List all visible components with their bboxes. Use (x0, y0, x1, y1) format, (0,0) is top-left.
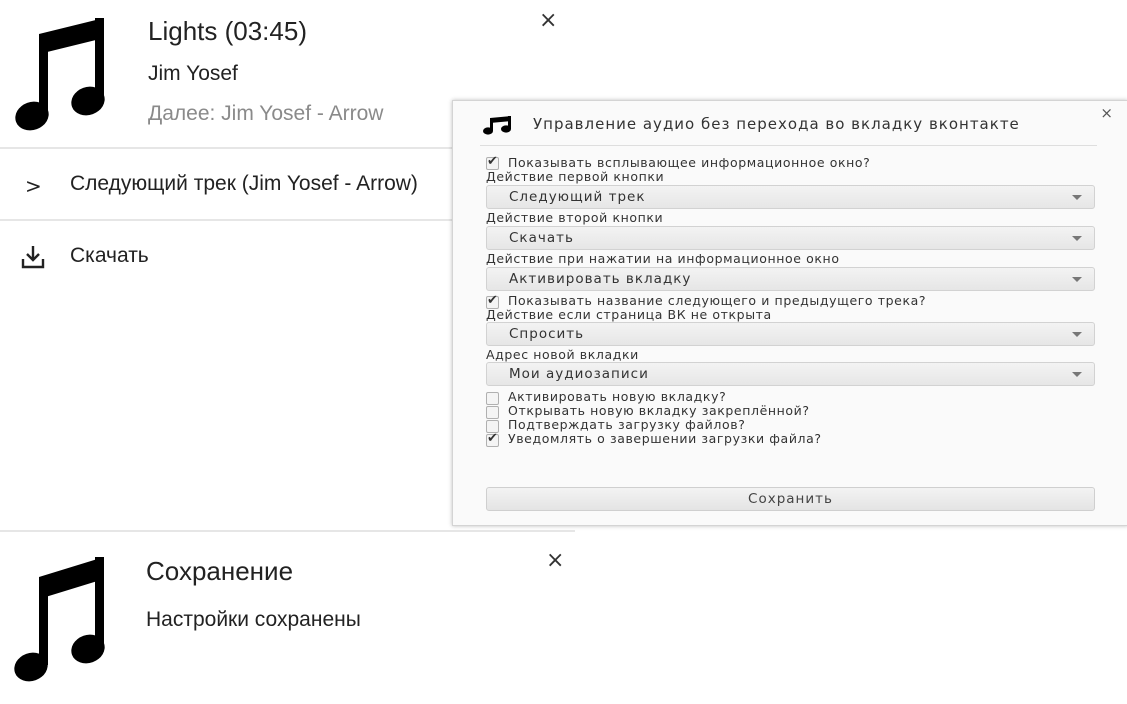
popup-click-select[interactable]: Активировать вкладку (486, 267, 1095, 291)
show-track-names-label: Показывать название следующего и предыду… (508, 293, 927, 308)
activate-new-tab-label: Активировать новую вкладку? (508, 389, 727, 404)
settings-title: Управление аудио без перехода во вкладку… (533, 115, 1020, 133)
divider (480, 145, 1097, 146)
saved-title: Сохранение (146, 556, 294, 586)
vk-not-open-value: Спросить (509, 326, 585, 342)
save-button[interactable]: Сохранить (486, 487, 1095, 511)
second-button-label: Действие второй кнопки (486, 210, 664, 225)
settings-panel: Управление аудио без перехода во вкладку… (452, 100, 1127, 526)
next-track-label: Следующий трек (Jim Yosef - Arrow) (70, 172, 418, 195)
dropdown-arrow-icon (1072, 195, 1082, 200)
close-icon[interactable]: × (1100, 104, 1113, 122)
show-popup-label: Показывать всплывающее информационное ок… (508, 155, 871, 170)
pin-new-tab-checkbox[interactable] (486, 406, 499, 419)
dropdown-arrow-icon (1072, 372, 1082, 377)
vk-not-open-select[interactable]: Спросить (486, 322, 1095, 346)
popup-click-value: Активировать вкладку (509, 271, 692, 287)
new-tab-address-value: Мои аудиозаписи (509, 366, 649, 382)
dropdown-arrow-icon (1072, 277, 1082, 282)
close-icon[interactable]: × (539, 8, 557, 33)
new-tab-address-select[interactable]: Мои аудиозаписи (486, 362, 1095, 386)
dropdown-arrow-icon (1072, 236, 1082, 241)
music-note-icon (14, 557, 105, 682)
saved-message: Настройки сохранены (146, 608, 361, 631)
new-tab-address-label: Адрес новой вкладки (486, 347, 639, 362)
pin-new-tab-label: Открывать новую вкладку закреплённой? (508, 403, 810, 418)
second-button-value: Скачать (509, 230, 574, 246)
chevron-right-icon: > (25, 174, 42, 198)
vk-not-open-label: Действие если страница ВК не открыта (486, 307, 772, 322)
track-artist: Jim Yosef (148, 62, 238, 85)
activate-new-tab-checkbox[interactable] (486, 392, 499, 405)
next-track-label: Далее: Jim Yosef - Arrow (148, 102, 384, 125)
notify-download-complete-checkbox[interactable] (486, 431, 499, 447)
second-button-select[interactable]: Скачать (486, 226, 1095, 250)
music-note-icon (15, 18, 105, 131)
track-title: Lights (03:45) (148, 16, 307, 46)
download-label: Скачать (70, 244, 149, 267)
first-button-select[interactable]: Следующий трек (486, 185, 1095, 209)
dropdown-arrow-icon (1072, 332, 1082, 337)
first-button-value: Следующий трек (509, 189, 646, 205)
music-note-icon (483, 116, 511, 135)
notify-download-complete-label: Уведомлять о завершении загрузки файла? (508, 431, 822, 446)
close-icon[interactable]: × (546, 548, 564, 573)
first-button-label: Действие первой кнопки (486, 169, 665, 184)
confirm-download-label: Подтверждать загрузку файлов? (508, 417, 746, 432)
divider (0, 530, 575, 532)
popup-click-label: Действие при нажатии на информационное о… (486, 251, 840, 266)
download-icon (21, 246, 45, 269)
